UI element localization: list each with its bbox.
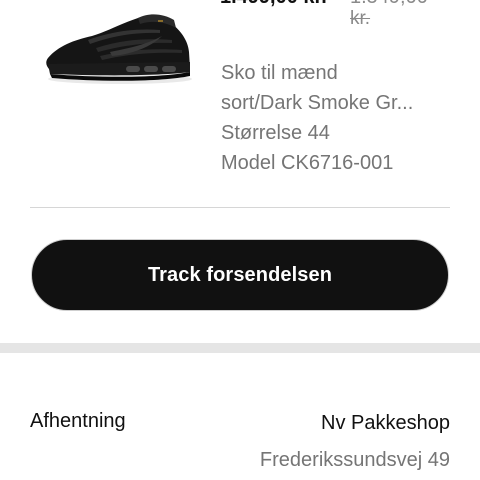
product-color: sort/Dark Smoke Gr... [221,92,414,114]
track-shipment-button[interactable]: Track forsendelsen [31,239,449,311]
product-category: Sko til mænd [221,62,338,84]
pickup-label: Afhentning [30,410,126,432]
product-model: Model CK6716-001 [221,152,394,174]
section-separator [0,343,480,353]
pickup-address: Frederikssundsvej 49 [259,449,450,471]
product-details: Sko til mænd sort/Dark Smoke Gr... Størr… [221,58,471,178]
price-current: 1.499,00 kr. [220,0,327,9]
price-original-unit: kr. [350,8,371,29]
product-size: Størrelse 44 [221,122,330,144]
black-sneaker-image [46,14,192,84]
order-detail-screen: 1.499,00 kr. 1.549,00 kr. [0,0,480,480]
price-row: 1.499,00 kr. 1.549,00 kr. [220,0,480,29]
product-image[interactable] [40,6,195,88]
pickup-shop-name: Nv Pakkeshop [321,412,450,434]
divider [30,207,450,208]
